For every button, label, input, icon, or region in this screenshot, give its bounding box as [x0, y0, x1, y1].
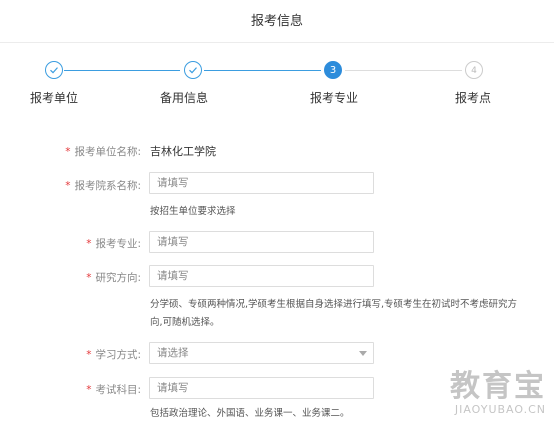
watermark-sub: JIAOYUBAO.CN — [454, 403, 546, 416]
exam-subject-input[interactable]: 请填写 — [149, 377, 374, 399]
department-label: * 报考院系名称: — [65, 180, 141, 192]
progress-steps: 3 4 报考单位 备用信息 报考专业 报考点 — [0, 0, 554, 120]
study-mode-placeholder: 请选择 — [157, 347, 189, 359]
required-mark: * — [86, 384, 92, 396]
exam-subject-hint: 包括政治理论、外国语、业务课一、业务课二。 — [150, 408, 350, 419]
step-connector-2 — [204, 70, 321, 71]
required-mark: * — [86, 349, 92, 361]
step-connector-3 — [345, 70, 462, 71]
required-mark: * — [65, 180, 71, 192]
step-connector-1 — [64, 70, 180, 71]
step-3-number: 3 — [324, 61, 342, 79]
study-mode-label: * 学习方式: — [86, 349, 141, 361]
watermark-logo: 教育宝 JIAOYUBAO.CN — [450, 361, 546, 416]
study-mode-select[interactable]: 请选择 — [149, 342, 374, 364]
step-2-label: 备用信息 — [160, 91, 209, 105]
step-1-label: 报考单位 — [30, 91, 79, 105]
step-4-label: 报考点 — [455, 91, 492, 105]
major-input[interactable]: 请填写 — [149, 231, 374, 253]
unit-name-label: * 报考单位名称: — [65, 146, 141, 158]
chevron-down-icon — [359, 351, 367, 356]
research-hint-line1: 分学硕、专硕两种情况,学硕考生根据自身选择进行填写,专硕考生在初试时不考虑研究方 — [150, 299, 518, 310]
research-label: * 研究方向: — [86, 272, 141, 284]
step-1-check-icon — [45, 61, 63, 79]
required-mark: * — [65, 146, 71, 158]
step-4-number: 4 — [465, 61, 483, 79]
major-label: * 报考专业: — [86, 238, 141, 250]
step-3-label: 报考专业 — [310, 91, 359, 105]
exam-subject-label: * 考试科目: — [86, 384, 141, 396]
unit-name-value: 吉林化工学院 — [150, 145, 216, 158]
research-input[interactable]: 请填写 — [149, 265, 374, 287]
watermark-main: 教育宝 — [450, 369, 546, 404]
required-mark: * — [86, 272, 92, 284]
department-input[interactable]: 请填写 — [149, 172, 374, 194]
required-mark: * — [86, 238, 92, 250]
department-hint: 按招生单位要求选择 — [150, 206, 236, 217]
step-2-check-icon — [184, 61, 202, 79]
research-hint-line2: 向,可随机选择。 — [150, 317, 220, 328]
